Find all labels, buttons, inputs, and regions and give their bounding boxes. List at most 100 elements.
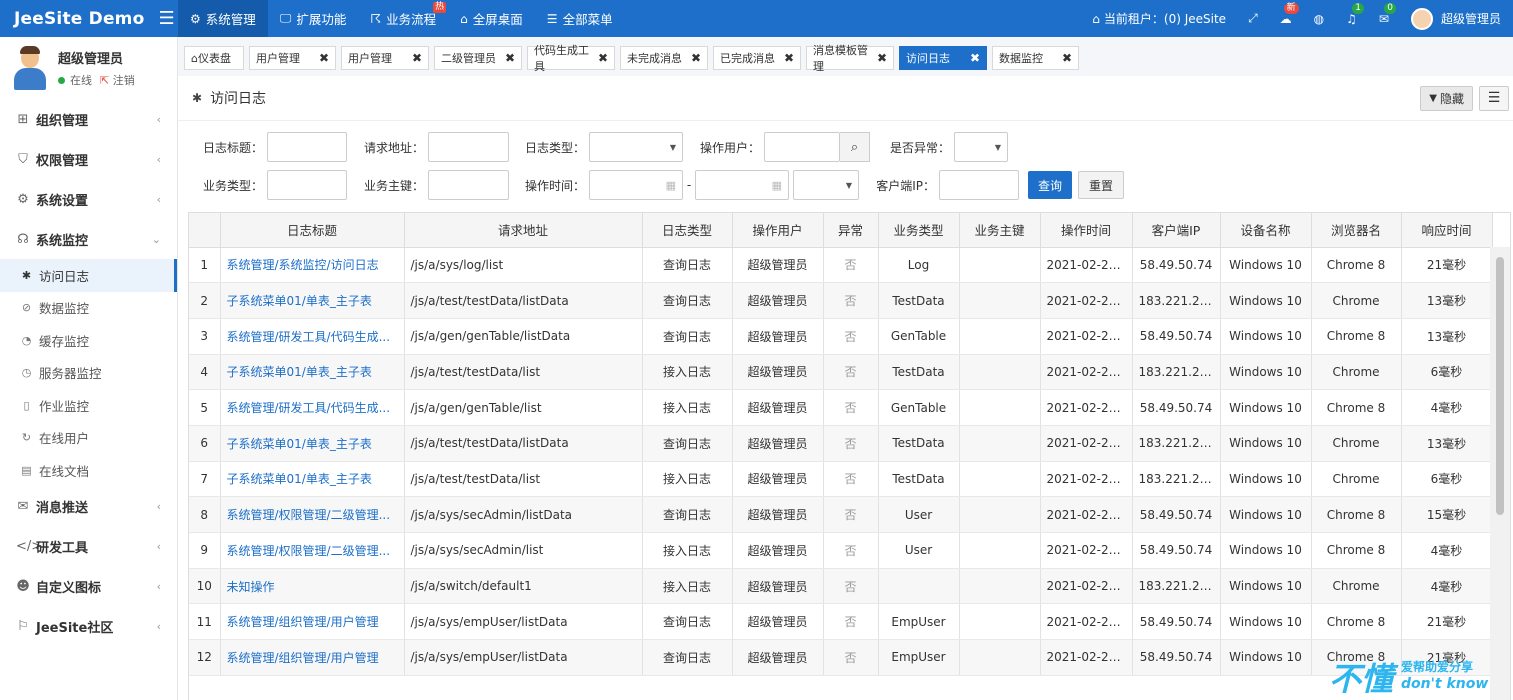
- close-icon[interactable]: ✖: [497, 51, 515, 65]
- hide-filter-button[interactable]: ▼ 隐藏: [1420, 85, 1473, 111]
- column-header[interactable]: [189, 213, 221, 248]
- sidebar-item[interactable]: ▤ 在线文档: [0, 454, 177, 487]
- query-button[interactable]: 查询: [1028, 171, 1073, 199]
- column-header[interactable]: 请求地址: [404, 213, 643, 248]
- sidebar-group[interactable]: ✉ 消息推送 ‹: [0, 487, 177, 527]
- close-icon[interactable]: ✖: [311, 51, 329, 65]
- table-cell[interactable]: 系统管理/研发工具/代码生成...: [220, 318, 405, 355]
- table-cell[interactable]: 系统管理/研发工具/代码生成...: [220, 389, 405, 426]
- language-button[interactable]: ◍: [1303, 0, 1335, 37]
- table-row[interactable]: 9 系统管理/权限管理/二级管理.../js/a/sys/secAdmin/lis…: [189, 532, 1493, 569]
- table-row[interactable]: 6 子系统菜单01/单表_主子表/js/a/test/testData/listD…: [189, 425, 1493, 462]
- is-exception-select[interactable]: ▼: [954, 132, 1008, 162]
- table-row[interactable]: 11 系统管理/组织管理/用户管理/js/a/sys/empUser/listDa…: [189, 603, 1493, 641]
- sidebar-item[interactable]: ▯ 作业监控: [0, 389, 177, 422]
- table-row[interactable]: 8 系统管理/权限管理/二级管理.../js/a/sys/secAdmin/lis…: [189, 496, 1493, 533]
- column-header[interactable]: 操作时间: [1040, 213, 1133, 248]
- table-cell[interactable]: 子系统菜单01/单表_主子表: [220, 282, 405, 319]
- page-tab[interactable]: ⌂ 仪表盘: [184, 46, 244, 70]
- table-cell[interactable]: 未知操作: [220, 568, 405, 605]
- logout-link[interactable]: ⇱ 注销: [100, 72, 135, 88]
- fullscreen-button[interactable]: ⤢: [1237, 0, 1269, 37]
- topnav-item-3[interactable]: ☈ 业务流程热: [358, 0, 448, 37]
- table-cell[interactable]: 系统管理/权限管理/二级管理...: [220, 496, 405, 533]
- table-row[interactable]: 5 系统管理/研发工具/代码生成.../js/a/gen/genTable/lis…: [189, 389, 1493, 426]
- sidebar-group[interactable]: ⊞ 组织管理 ‹: [0, 99, 177, 139]
- reset-button[interactable]: 重置: [1078, 171, 1125, 199]
- table-row[interactable]: 1 系统管理/系统监控/访问日志/js/a/sys/log/list 查询日志 超级管…: [189, 247, 1493, 284]
- column-header[interactable]: 业务主键: [959, 213, 1041, 248]
- sidebar-item[interactable]: ◷ 服务器监控: [0, 357, 177, 390]
- page-tab[interactable]: 已完成消息 ✖: [713, 46, 801, 70]
- biz-key-input[interactable]: [428, 170, 509, 200]
- sidebar-group[interactable]: ⚐ JeeSite社区 ‹: [0, 607, 177, 647]
- close-icon[interactable]: ✖: [1054, 51, 1072, 65]
- page-tab[interactable]: 数据监控 ✖: [992, 46, 1079, 70]
- table-row[interactable]: 12 系统管理/组织管理/用户管理/js/a/sys/empUser/listDa…: [189, 639, 1493, 676]
- mail-button[interactable]: ✉ 0: [1368, 0, 1400, 37]
- close-icon[interactable]: ✖: [683, 51, 701, 65]
- column-menu-button[interactable]: ☰: [1479, 85, 1509, 111]
- sidebar-group[interactable]: ⚙ 系统设置 ‹: [0, 179, 177, 219]
- notify-button[interactable]: ♫ 1: [1335, 0, 1368, 37]
- topnav-item-4[interactable]: ⌂ 全屏桌面: [448, 0, 535, 37]
- table-cell[interactable]: 子系统菜单01/单表_主子表: [220, 425, 405, 462]
- page-tab[interactable]: 访问日志 ✖: [899, 46, 987, 70]
- sidebar-group[interactable]: ☊ 系统监控 ⌄: [0, 219, 177, 259]
- sidebar-group[interactable]: ⛉ 权限管理 ‹: [0, 139, 177, 179]
- column-header[interactable]: 操作用户: [732, 213, 824, 248]
- close-icon[interactable]: ✖: [404, 51, 422, 65]
- topnav-item-1[interactable]: ⚙ 系统管理: [178, 0, 268, 37]
- log-type-select[interactable]: ▼: [589, 132, 683, 162]
- topnav-item-5[interactable]: ☰ 全部菜单: [535, 0, 625, 37]
- brand-name[interactable]: JeeSite Demo: [14, 9, 144, 29]
- table-row[interactable]: 2 子系统菜单01/单表_主子表/js/a/test/testData/listD…: [189, 282, 1493, 319]
- page-tab[interactable]: 代码生成工具 ✖: [527, 44, 615, 73]
- table-row[interactable]: 7 子系统菜单01/单表_主子表/js/a/test/testData/list 接…: [189, 461, 1493, 498]
- page-tab[interactable]: 用户管理 ✖: [341, 46, 429, 70]
- page-tab[interactable]: 未完成消息 ✖: [620, 46, 708, 70]
- scrollbar-thumb[interactable]: [1496, 257, 1504, 515]
- close-icon[interactable]: ✖: [869, 51, 887, 65]
- menu-toggle-icon[interactable]: ☰: [158, 8, 174, 29]
- close-icon[interactable]: ✖: [962, 51, 980, 65]
- user-menu[interactable]: 超级管理员: [1400, 0, 1513, 37]
- brand[interactable]: JeeSite Demo ☰: [0, 0, 178, 37]
- column-header[interactable]: 设备名称: [1220, 213, 1312, 248]
- sidebar-item[interactable]: ⊘ 数据监控: [0, 292, 177, 325]
- topnav-item-2[interactable]: 🖵 扩展功能: [268, 0, 359, 37]
- theme-button[interactable]: ☁ 新: [1269, 0, 1303, 37]
- table-row[interactable]: 4 子系统菜单01/单表_主子表/js/a/test/testData/list 接…: [189, 354, 1493, 391]
- table-cell[interactable]: 系统管理/组织管理/用户管理: [220, 603, 405, 641]
- operator-input[interactable]: [764, 132, 840, 162]
- table-row[interactable]: 10 未知操作/js/a/switch/default1 接入日志 超级管理员否 202…: [189, 568, 1493, 605]
- sidebar-item[interactable]: ◔ 缓存监控: [0, 324, 177, 357]
- biz-type-input[interactable]: [267, 170, 347, 200]
- sidebar-group[interactable]: </> 研发工具 ‹: [0, 527, 177, 567]
- column-header[interactable]: 响应时间: [1401, 213, 1493, 248]
- table-cell[interactable]: 系统管理/权限管理/二级管理...: [220, 532, 405, 569]
- op-time-end-input[interactable]: ▦: [695, 170, 789, 200]
- log-title-input[interactable]: [267, 132, 347, 162]
- page-tab[interactable]: 二级管理员 ✖: [434, 46, 522, 70]
- close-icon[interactable]: ✖: [590, 51, 608, 65]
- operator-search-button[interactable]: ⌕: [840, 132, 870, 162]
- client-ip-input[interactable]: [939, 170, 1019, 200]
- page-tab[interactable]: 用户管理 ✖: [249, 46, 336, 70]
- tenant-switch[interactable]: ⌂ 当前租户：(0) JeeSite: [1081, 0, 1237, 37]
- column-header[interactable]: 客户端IP: [1132, 213, 1221, 248]
- table-cell[interactable]: 子系统菜单01/单表_主子表: [220, 354, 405, 391]
- op-time-range-select[interactable]: ▼: [793, 170, 859, 200]
- table-cell[interactable]: 系统管理/系统监控/访问日志: [220, 247, 405, 284]
- column-header[interactable]: 浏览器名: [1311, 213, 1402, 248]
- table-cell[interactable]: 系统管理/组织管理/用户管理: [220, 639, 405, 676]
- sidebar-item[interactable]: ✱ 访问日志: [0, 259, 177, 292]
- close-icon[interactable]: ✖: [776, 51, 794, 65]
- table-cell[interactable]: 子系统菜单01/单表_主子表: [220, 461, 405, 498]
- request-url-input[interactable]: [428, 132, 509, 162]
- sidebar-group[interactable]: ☻ 自定义图标 ‹: [0, 567, 177, 607]
- column-header[interactable]: 日志标题: [220, 213, 405, 248]
- column-header[interactable]: 异常: [823, 213, 879, 248]
- table-row[interactable]: 3 系统管理/研发工具/代码生成.../js/a/gen/genTable/lis…: [189, 318, 1493, 355]
- page-tab[interactable]: 消息模板管理 ✖: [806, 44, 894, 73]
